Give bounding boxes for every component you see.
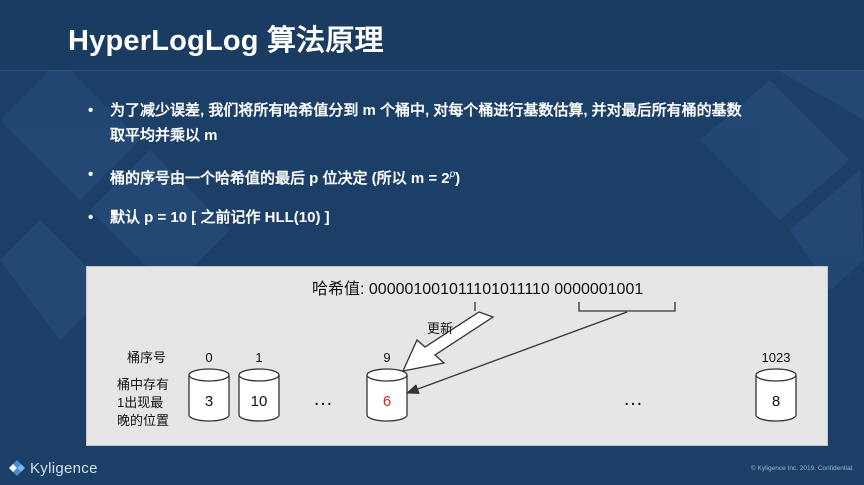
bullet-dot-icon: •	[88, 166, 94, 183]
slide-title: HyperLogLog 算法原理	[68, 25, 384, 57]
hash-value-label: 哈希值: 000001001011101011110 0000001001	[312, 280, 643, 298]
copyright-notice: © Kyligence Inc. 2019. Confidential.	[750, 465, 854, 472]
bucket-cylinder: 0 3	[188, 350, 230, 422]
kyligence-logo: Kyligence	[8, 459, 98, 477]
bucket-value-label: 晚的位置	[117, 413, 169, 428]
bullet-text: 桶的序号由一个哈希值的最后 p 位决定 (所以 m = 2	[110, 170, 450, 187]
kyligence-wordmark: Kyligence	[30, 459, 98, 477]
bucket-index: 1023	[762, 350, 791, 365]
bullet-text: 为了减少误差, 我们将所有哈希值分到 m 个桶中, 对每个桶进行基数估算, 并对…	[110, 102, 742, 119]
bucket-value-label: 1出现最	[117, 395, 163, 410]
bullet-dot-icon: •	[88, 209, 94, 226]
bullet-text: 默认 p = 10 [ 之前记作 HLL(10) ]	[110, 209, 330, 226]
bucket-value: 8	[772, 393, 780, 410]
bucket-index: 1	[255, 350, 262, 365]
bucket-index: 9	[383, 350, 390, 365]
bucket-value-label: 桶中存有	[117, 377, 169, 392]
bucket-value: 3	[205, 393, 213, 410]
bullet-item: • 桶的序号由一个哈希值的最后 p 位决定 (所以 m = 2p)	[84, 162, 814, 191]
bucket-cylinder: 1023 8	[755, 350, 797, 422]
bucket-index-label: 桶序号	[127, 350, 166, 365]
kyligence-logo-icon	[9, 460, 25, 476]
bucket-value: 10	[251, 393, 268, 410]
update-label: 更新	[427, 321, 453, 336]
bullet-item: • 为了减少误差, 我们将所有哈希值分到 m 个桶中, 对每个桶进行基数估算, …	[84, 98, 814, 148]
bullet-dot-icon: •	[88, 102, 94, 119]
bucket-value-updated: 6	[383, 393, 391, 410]
ellipsis: …	[623, 388, 643, 410]
ellipsis: …	[313, 388, 333, 410]
bucket-cylinder: 1 10	[238, 350, 280, 422]
bucket-diagram-svg: 哈希值: 000001001011101011110 0000001001 更新…	[117, 280, 797, 428]
bucket-cylinder-highlighted: 9 6	[366, 350, 408, 422]
last-bits-bracket	[474, 302, 676, 312]
bullet-list: • 为了减少误差, 我们将所有哈希值分到 m 个桶中, 对每个桶进行基数估算, …	[84, 98, 814, 244]
bucket-diagram: 哈希值: 000001001011101011110 0000001001 更新…	[86, 266, 828, 446]
bullet-text-tail: )	[455, 170, 461, 187]
bullet-item: • 默认 p = 10 [ 之前记作 HLL(10) ]	[84, 205, 814, 230]
bucket-index: 0	[205, 350, 212, 365]
bullet-text-continued: 取平均并乘以 m	[110, 127, 218, 144]
title-bar: HyperLogLog 算法原理	[0, 0, 864, 71]
